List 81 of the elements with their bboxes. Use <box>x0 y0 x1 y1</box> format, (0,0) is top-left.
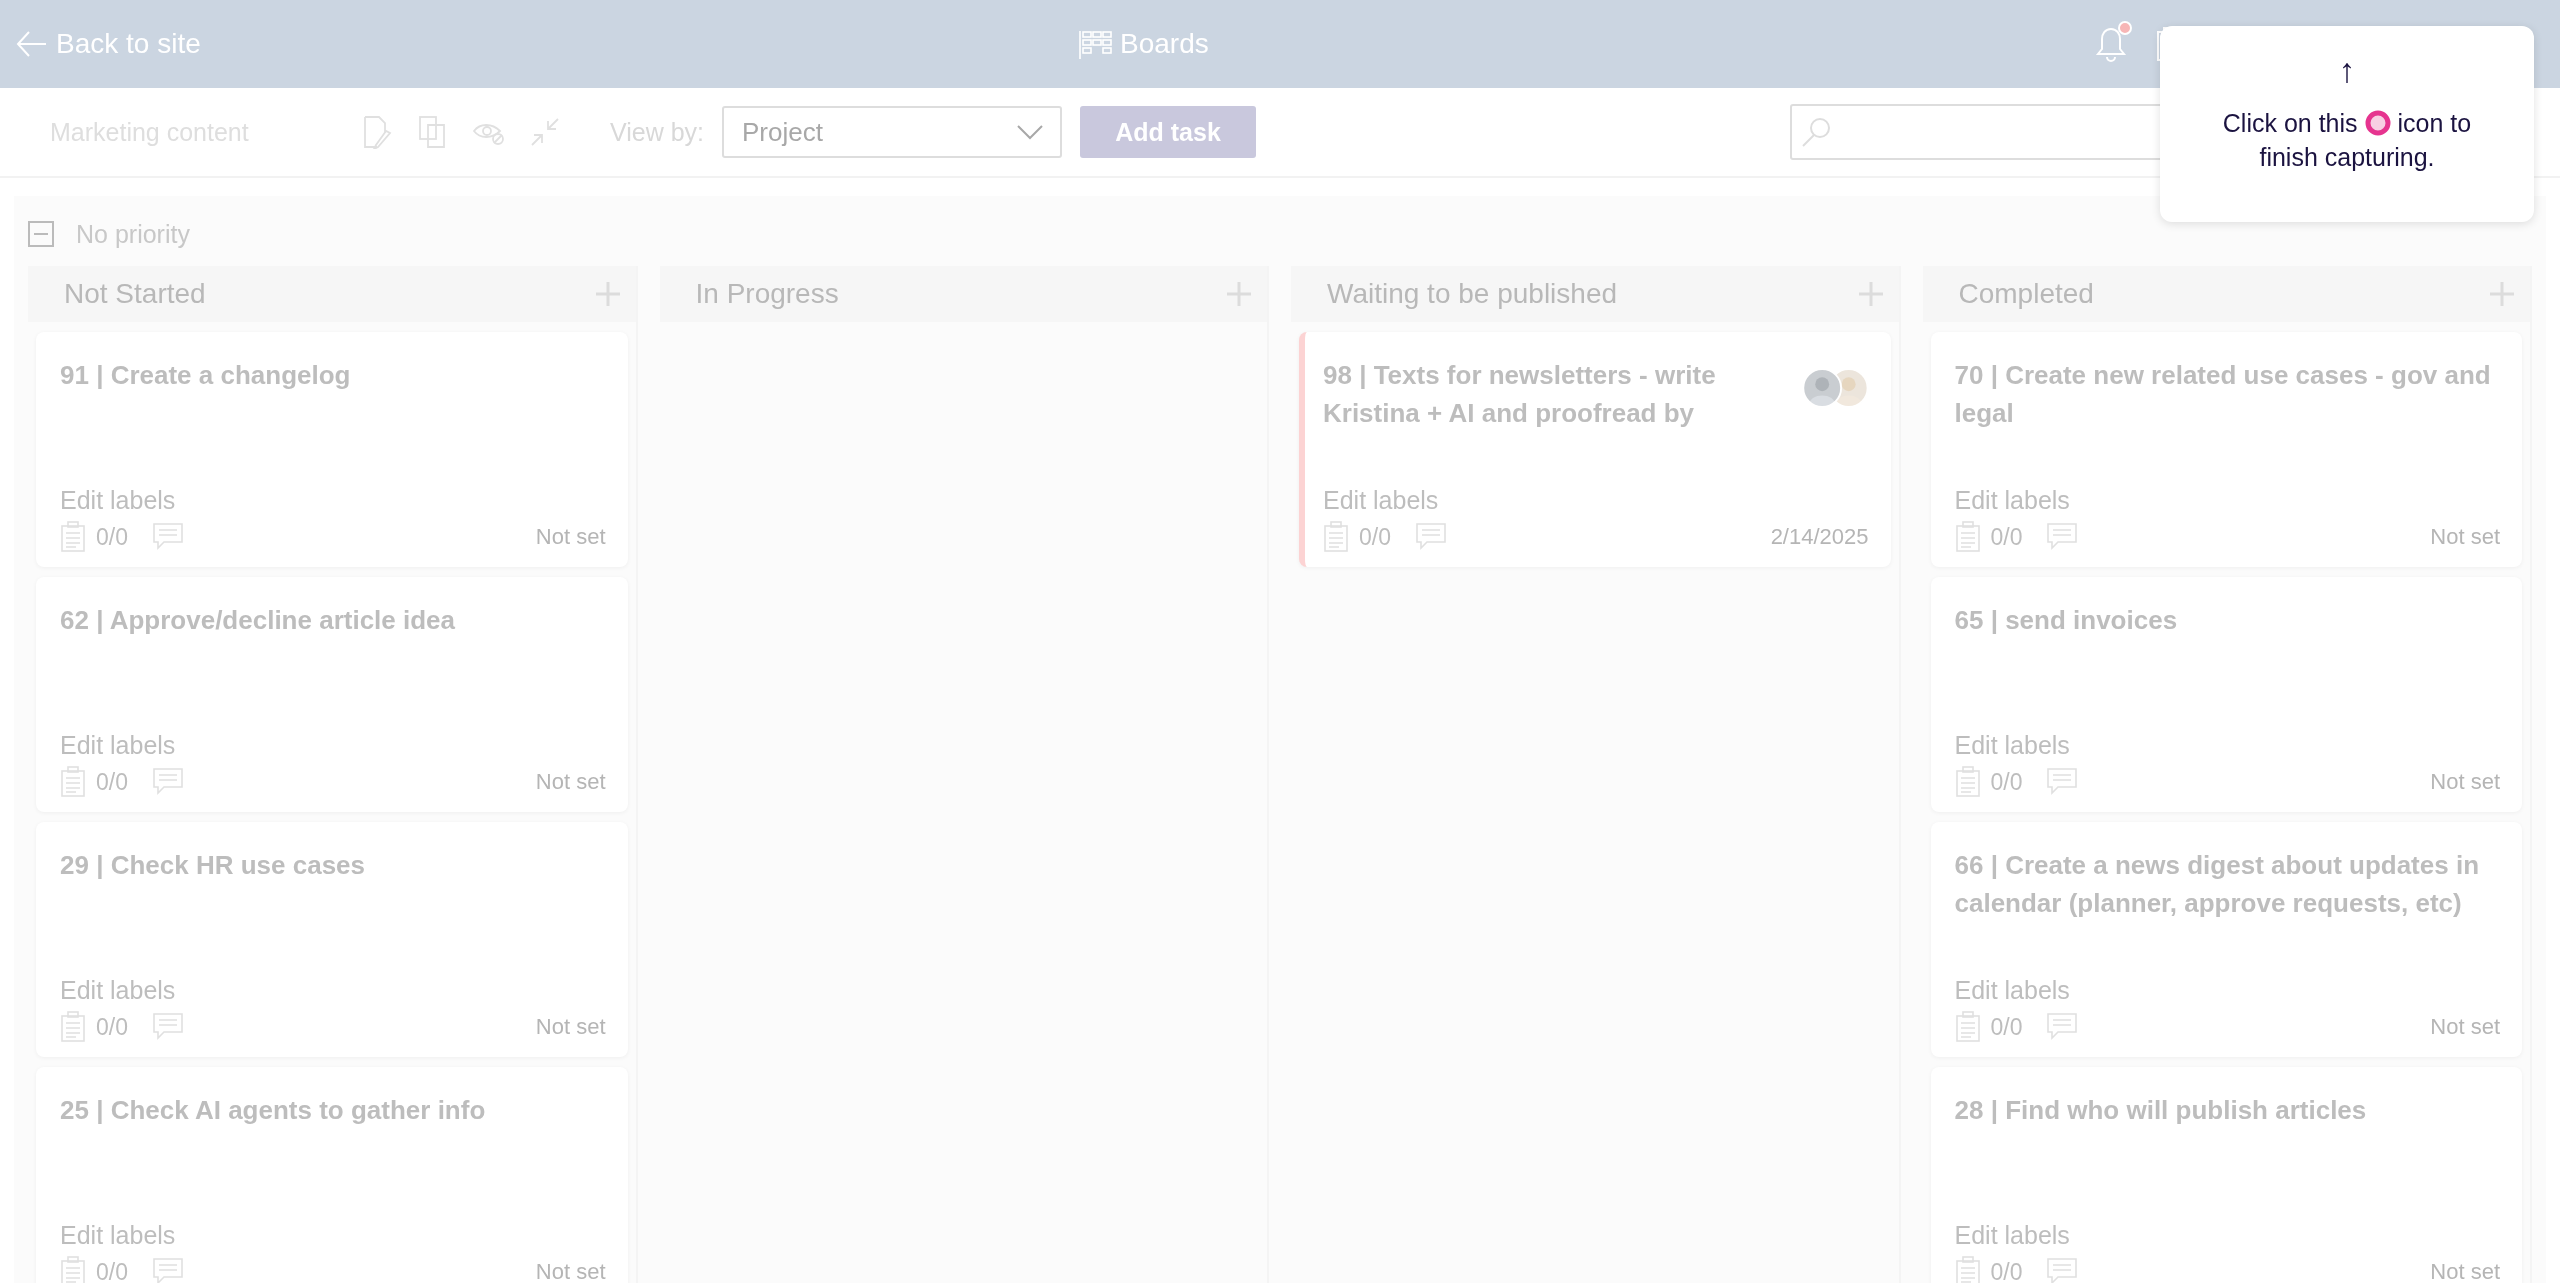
plus-icon[interactable] <box>2488 280 2516 308</box>
tooltip-text: finish capturing. <box>2259 142 2435 173</box>
due-date: Not set <box>535 769 606 795</box>
clipboard-icon <box>1954 766 1981 798</box>
checklist-count: 0/0 <box>1990 768 2023 796</box>
due-date: Not set <box>2430 1014 2500 1040</box>
collapse-icon[interactable] <box>28 221 54 247</box>
card-title: 70 | Create new related use cases - gov and legal <box>1954 359 2492 430</box>
column-title: Waiting to be published <box>1327 278 1618 310</box>
clipboard-icon <box>60 1256 86 1283</box>
task-card[interactable]: 70 | Create new related use cases - gov and legal Edit labels 0/0 Not set <box>1930 332 2522 567</box>
card-title: 25 | Check AI agents to gather info <box>60 1094 486 1127</box>
card-title: 62 | Approve/decline article idea <box>60 604 456 637</box>
task-card[interactable]: 91 | Create a changelog Edit labels 0/0 Not set <box>36 332 628 567</box>
checklist-count: 0/0 <box>1990 1258 2023 1283</box>
checklist-count: 0/0 <box>1359 523 1391 551</box>
comment-icon[interactable] <box>152 522 184 552</box>
comment-icon[interactable] <box>2046 767 2079 797</box>
edit-labels-link[interactable]: Edit labels <box>60 976 176 1005</box>
checklist-count: 0/0 <box>96 523 128 551</box>
card-title: 65 | send invoices <box>1954 604 2178 637</box>
edit-labels-link[interactable]: Edit labels <box>1954 486 2070 515</box>
checklist-count: 0/0 <box>96 1258 128 1283</box>
checklist-count: 0/0 <box>1990 523 2023 551</box>
card-title: 28 | Find who will publish articles <box>1954 1094 2367 1127</box>
task-card[interactable]: 25 | Check AI agents to gather info Edit labels 0/0 Not set <box>36 1067 628 1283</box>
clipboard-icon <box>1323 521 1349 553</box>
comment-icon[interactable] <box>152 1012 184 1042</box>
comment-icon[interactable] <box>2046 1012 2079 1042</box>
due-date: Not set <box>2430 769 2500 795</box>
ring-icon <box>2363 109 2392 137</box>
task-card[interactable]: 66 | Create a news digest about updates in calendar (planner, approve requests, etc) Edit labels 0/0 Not set <box>1930 822 2522 1057</box>
clipboard-icon <box>1954 1011 1981 1043</box>
column-title: Not Started <box>64 278 206 310</box>
clipboard-icon <box>60 1011 86 1043</box>
due-date: Not set <box>535 1014 606 1040</box>
edit-labels-link[interactable]: Edit labels <box>60 731 176 760</box>
comment-icon[interactable] <box>152 767 184 797</box>
edit-labels-link[interactable]: Edit labels <box>60 486 176 515</box>
plus-icon[interactable] <box>593 280 622 308</box>
card-title: 66 | Create a news digest about updates in calendar (planner, approve requests, etc) <box>1954 849 2481 920</box>
task-card[interactable]: 28 | Find who will publish articles Edit labels 0/0 Not set <box>1930 1067 2522 1283</box>
edit-labels-link[interactable]: Edit labels <box>1954 731 2070 760</box>
column-title: In Progress <box>695 278 839 310</box>
card-title: 91 | Create a changelog <box>60 359 351 392</box>
checklist-count: 0/0 <box>96 1013 128 1041</box>
task-card[interactable]: 29 | Check HR use cases Edit labels 0/0 Not set <box>36 822 628 1057</box>
task-card[interactable]: 62 | Approve/decline article idea Edit labels 0/0 Not set <box>36 577 628 812</box>
bell-icon[interactable] <box>2094 25 2128 63</box>
comment-icon[interactable] <box>2046 522 2079 552</box>
boards-icon <box>1078 29 1114 59</box>
comment-icon[interactable] <box>1415 522 1447 552</box>
chevron-down-icon <box>1016 122 1045 142</box>
edit-labels-link[interactable]: Edit labels <box>1954 1221 2070 1250</box>
view-by-dropdown[interactable]: Project <box>722 106 1063 158</box>
card-title: 98 | Texts for newsletters - write Kristina + AI and proofread by <box>1323 359 1717 430</box>
clipboard-icon <box>60 766 86 798</box>
tooltip-text: Click on this <box>2222 108 2358 139</box>
clipboard-icon <box>1954 521 1981 553</box>
due-date: Not set <box>2430 1259 2500 1283</box>
plus-icon[interactable] <box>1225 280 1253 308</box>
clipboard-icon <box>1954 1256 1981 1283</box>
comment-icon[interactable] <box>2046 1257 2079 1283</box>
checklist-count: 0/0 <box>1990 1013 2023 1041</box>
task-card[interactable]: 65 | send invoices Edit labels 0/0 Not set <box>1930 577 2522 812</box>
edit-labels-link[interactable]: Edit labels <box>1954 976 2070 1005</box>
card-title: 29 | Check HR use cases <box>60 849 365 882</box>
column-title: Completed <box>1958 278 2094 310</box>
clipboard-icon <box>60 521 86 553</box>
up-arrow: ↑ <box>2338 50 2356 91</box>
due-date: Not set <box>535 524 606 550</box>
plus-icon[interactable] <box>1856 280 1885 308</box>
due-date: Not set <box>535 1259 606 1283</box>
edit-labels-link[interactable]: Edit labels <box>60 1221 176 1250</box>
task-card[interactable]: 98 | Texts for newsletters - write Kristina + AI and proofread by Edit labels 0/0 2/14/2025 <box>1299 332 1891 567</box>
tooltip-text: icon to <box>2397 108 2472 139</box>
checklist-count: 0/0 <box>96 768 128 796</box>
due-date: 2/14/2025 <box>1770 524 1869 550</box>
due-date: Not set <box>2430 524 2500 550</box>
comment-icon[interactable] <box>152 1257 184 1283</box>
edit-labels-link[interactable]: Edit labels <box>1323 486 1439 515</box>
